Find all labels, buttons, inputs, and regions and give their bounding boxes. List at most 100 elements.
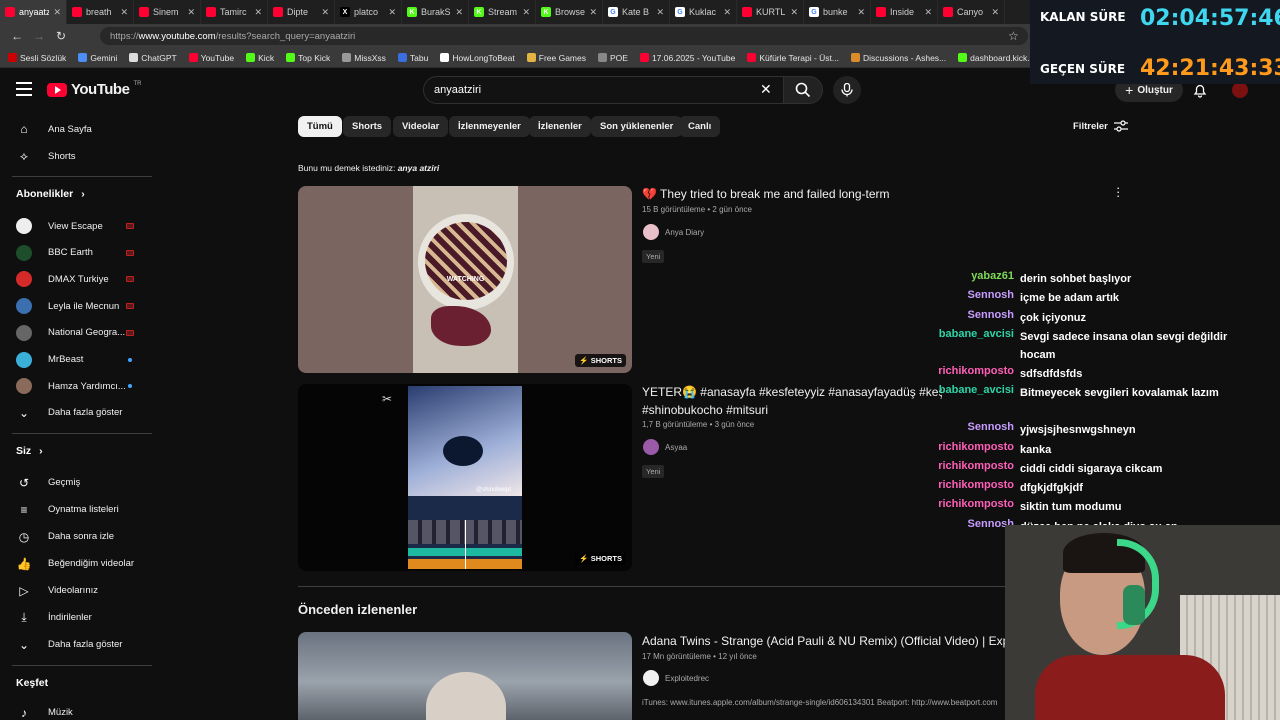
sidebar-item-more-subscriptions[interactable]: ⌄ Daha fazla göster [0,400,154,426]
bookmark-item[interactable]: POE [598,53,628,63]
browser-tab[interactable]: G Kate B ✕ [603,0,670,24]
sidebar-subscription[interactable]: DMAX Turkiye [0,266,154,292]
bookmark-item[interactable]: Top Kick [286,53,330,63]
bookmark-item[interactable]: Sesli Sözlük [8,53,66,63]
bookmark-item[interactable]: 17.06.2025 - YouTube [639,53,735,63]
video-thumbnail[interactable] [298,632,632,720]
browser-tab[interactable]: Gbunke ✕ [804,0,871,24]
you-heading[interactable]: Siz › [16,445,43,457]
tab-close-icon[interactable]: ✕ [857,7,865,18]
tab-close-icon[interactable]: ✕ [187,7,195,18]
filter-chip[interactable]: İzlenmeyenler [449,116,530,137]
sidebar-item-you-2[interactable]: ◷ Daha sonra izle [0,524,154,550]
tab-close-icon[interactable]: ✕ [991,7,999,18]
channel-link[interactable]: Anya Diary [643,224,704,240]
filter-chip[interactable]: Tümü [298,116,342,137]
sidebar-item-top-0[interactable]: ⌂ Ana Sayfa [0,116,154,142]
bookmark-star-icon[interactable]: ☆ [1008,29,1019,43]
filter-chip[interactable]: Shorts [343,116,392,137]
tab-close-icon[interactable]: ✕ [656,7,664,18]
video-thumbnail[interactable]: ✂ @shinobwqd ⚡ SHORTS [298,384,632,571]
tab-close-icon[interactable]: ✕ [924,7,932,18]
sidebar-item-you-3[interactable]: 👍 Beğendiğim videolar [0,551,154,577]
video-title[interactable]: Adana Twins - Strange (Acid Pauli & NU R… [642,634,1006,648]
browser-tab[interactable]: KURTL ✕ [737,0,804,24]
tab-close-icon[interactable]: ✕ [589,7,597,18]
sidebar-subscription[interactable]: National Geogra... [0,320,154,346]
channel-link[interactable]: Asyaa [643,439,687,455]
bookmark-label: Sesli Sözlük [20,52,67,63]
bookmark-item[interactable]: Küfürle Terapi - Üst... [747,53,839,63]
video-title-line2[interactable]: #shinobukocho #mitsuri [642,403,768,417]
sidebar-item-you-0[interactable]: ↺ Geçmiş [0,470,154,496]
sidebar-item-more-you[interactable]: ⌄ Daha fazla göster [0,632,154,658]
channel-link[interactable]: Exploitedrec [643,670,709,686]
video-title[interactable]: 💔 They tried to break me and failed long… [642,187,890,201]
video-thumbnail[interactable]: WATCHING ⚡ SHORTS [298,186,632,373]
browser-tab[interactable]: Canyo ✕ [938,0,1005,24]
tab-close-icon[interactable]: ✕ [790,7,798,18]
tab-close-icon[interactable]: ✕ [455,7,463,18]
voice-search-button[interactable] [833,76,861,104]
sidebar-item-music[interactable]: ♪ Müzik [0,700,154,720]
bookmark-item[interactable]: HowLongToBeat [440,53,515,63]
sidebar-subscription[interactable]: BBC Earth [0,240,154,266]
sidebar-item-you-5[interactable]: ⤓ İndirilenler [0,605,154,631]
tab-close-icon[interactable]: ✕ [254,7,262,18]
clear-search-icon[interactable]: ✕ [760,81,772,98]
filter-chip[interactable]: Canlı [679,116,721,137]
tab-close-icon[interactable]: ✕ [53,7,61,18]
more-options-icon[interactable]: · · · [1116,181,1120,202]
sidebar-subscription[interactable]: Leyla ile Mecnun [0,293,154,319]
bookmark-item[interactable]: Kick [246,53,274,63]
bookmark-item[interactable]: Tabu [397,53,428,63]
forward-icon[interactable]: → [28,29,50,43]
chat-message: Sennosh içme be adam artık [900,289,1260,307]
address-bar[interactable]: https://www.youtube.com/results?search_q… [100,27,1028,45]
browser-tab[interactable]: Tamirc ✕ [201,0,268,24]
back-icon[interactable]: ← [6,29,28,43]
hamburger-menu-icon[interactable] [16,82,32,96]
sidebar-item-you-4[interactable]: ▷ Videolarınız [0,578,154,604]
subscriptions-heading[interactable]: Abonelikler › [16,188,85,200]
video-title[interactable]: YETER😭 #anasayfa #kesfeteyyiz #anasayfay… [642,385,942,399]
browser-tab[interactable]: anyaatz ✕ [0,0,67,24]
browser-tab[interactable]: K BurakS ✕ [402,0,469,24]
sidebar-item-you-1[interactable]: ≡ Oynatma listeleri [0,497,154,523]
tab-close-icon[interactable]: ✕ [388,7,396,18]
browser-tab[interactable]: Inside ✕ [871,0,938,24]
tab-close-icon[interactable]: ✕ [321,7,329,18]
search-button[interactable] [783,76,823,104]
plus-icon: + [1125,82,1134,98]
sidebar-item-top-1[interactable]: ⟡ Shorts [0,143,154,169]
account-avatar[interactable] [1232,82,1248,98]
search-input[interactable]: anyaatziri [423,76,785,104]
filters-button[interactable]: Filtreler [1073,120,1128,132]
browser-tab[interactable]: breath ✕ [67,0,134,24]
tab-close-icon[interactable]: ✕ [723,7,731,18]
browser-tab[interactable]: Xplatco ✕ [335,0,402,24]
notifications-bell-icon[interactable] [1192,82,1208,98]
browser-tab[interactable]: K Stream ✕ [469,0,536,24]
sidebar-subscription[interactable]: MrBeast [0,347,154,373]
bookmark-item[interactable]: ChatGPT [129,53,177,63]
youtube-logo[interactable]: YouTube TR [47,81,141,98]
browser-tab[interactable]: K Browse ✕ [536,0,603,24]
bookmark-item[interactable]: YouTube [188,53,234,63]
tab-close-icon[interactable]: ✕ [522,7,530,18]
filter-chip[interactable]: Son yüklenenler [591,116,683,137]
bookmark-item[interactable]: MissXss [342,53,386,63]
browser-tab[interactable]: G Kuklac ✕ [670,0,737,24]
bookmark-item[interactable]: Gemini [78,53,117,63]
did-you-mean-suggestion[interactable]: anya atziri [398,163,440,173]
browser-tab[interactable]: Sinem ✕ [134,0,201,24]
sidebar-subscription[interactable]: View Escape [0,213,154,239]
bookmark-item[interactable]: Free Games [526,53,586,63]
bookmark-item[interactable]: Discussions - Ashes... [851,53,946,63]
browser-tab[interactable]: Dipte ✕ [268,0,335,24]
filter-chip[interactable]: İzlenenler [529,116,591,137]
tab-close-icon[interactable]: ✕ [120,7,128,18]
filter-chip[interactable]: Videolar [393,116,449,137]
sidebar-subscription[interactable]: Hamza Yardımcı... [0,373,154,399]
reload-icon[interactable]: ↻ [50,29,72,43]
